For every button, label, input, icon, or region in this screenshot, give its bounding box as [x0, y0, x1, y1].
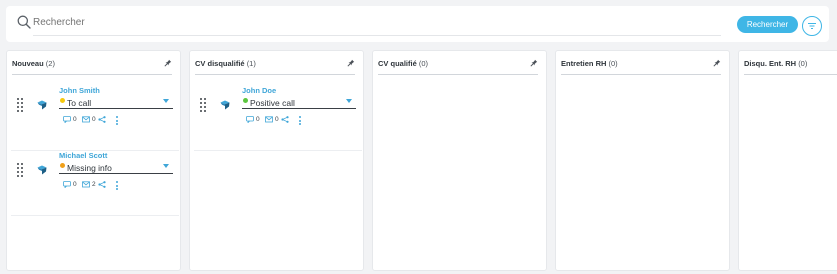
- chevron-down-icon: [163, 164, 169, 168]
- column-title: Entretien RH: [561, 59, 607, 68]
- candidate-name[interactable]: John Smith: [59, 86, 100, 95]
- email-count: 0: [92, 116, 96, 123]
- column-count: (0): [608, 59, 618, 68]
- more-options-icon[interactable]: [116, 181, 119, 190]
- column-count: (0): [418, 59, 429, 68]
- kanban-column-nouveau: Nouveau (2) John Smith To call 0 0 Micha…: [6, 50, 181, 271]
- column-count: (1): [246, 59, 256, 68]
- drag-handle-icon[interactable]: [17, 163, 23, 177]
- filter-icon: [808, 23, 816, 29]
- pin-icon[interactable]: [164, 59, 172, 67]
- comment-count: 0: [73, 116, 77, 123]
- chevron-down-icon: [163, 99, 169, 103]
- candidate-card[interactable]: Michael Scott Missing info 0 2: [11, 151, 179, 216]
- chevron-down-icon: [346, 99, 352, 103]
- email-count: 0: [275, 116, 279, 123]
- comment-icon[interactable]: [63, 181, 71, 188]
- status-dot: [60, 98, 65, 103]
- kanban-column-disqu-ent-rh: Disqu. Ent. RH (0): [738, 50, 837, 271]
- more-options-icon[interactable]: [299, 116, 302, 125]
- status-dropdown[interactable]: To call: [59, 96, 173, 109]
- pin-icon[interactable]: [713, 59, 721, 67]
- pin-icon[interactable]: [347, 59, 355, 67]
- mail-icon[interactable]: [265, 116, 273, 123]
- column-header: CV qualifié (0): [378, 59, 538, 75]
- column-header: Entretien RH (0): [561, 59, 721, 75]
- search-button[interactable]: Rechercher: [737, 16, 798, 33]
- kanban-column-cv-disqualifie: CV disqualifié (1) John Doe Positive cal…: [189, 50, 364, 271]
- avatar: [37, 100, 47, 110]
- more-options-icon[interactable]: [116, 116, 119, 125]
- avatar: [37, 165, 47, 175]
- filter-button[interactable]: [802, 16, 822, 36]
- search-bar: Rechercher: [6, 6, 829, 42]
- column-count: (0): [798, 59, 808, 68]
- column-header: Disqu. Ent. RH (0): [744, 59, 837, 75]
- column-title: Nouveau: [12, 59, 44, 68]
- kanban-column-cv-qualifie: CV qualifié (0): [372, 50, 547, 271]
- candidate-name[interactable]: Michael Scott: [59, 151, 107, 160]
- column-title: Disqu. Ent. RH: [744, 59, 797, 68]
- email-count: 2: [92, 181, 96, 188]
- candidate-card[interactable]: John Smith To call 0 0: [11, 86, 179, 151]
- column-header: CV disqualifié (1): [195, 59, 355, 75]
- comment-count: 0: [256, 116, 260, 123]
- drag-handle-icon[interactable]: [200, 98, 206, 112]
- status-dot: [60, 163, 65, 168]
- status-label: To call: [67, 98, 92, 108]
- status-dropdown[interactable]: Missing info: [59, 161, 173, 174]
- column-header: Nouveau (2): [12, 59, 172, 75]
- pin-icon[interactable]: [530, 59, 538, 67]
- search-input[interactable]: [33, 16, 721, 36]
- status-label: Missing info: [67, 163, 112, 173]
- search-icon: [17, 15, 31, 29]
- status-label: Positive call: [250, 98, 295, 108]
- kanban-column-entretien-rh: Entretien RH (0): [555, 50, 730, 271]
- share-icon[interactable]: [98, 116, 106, 123]
- column-count: (2): [45, 59, 55, 68]
- column-title: CV disqualifié: [195, 59, 245, 68]
- status-dot: [243, 98, 248, 103]
- comment-count: 0: [73, 181, 77, 188]
- comment-icon[interactable]: [63, 116, 71, 123]
- share-icon[interactable]: [98, 181, 106, 188]
- share-icon[interactable]: [281, 116, 289, 123]
- mail-icon[interactable]: [82, 116, 90, 123]
- avatar: [220, 100, 230, 110]
- drag-handle-icon[interactable]: [17, 98, 23, 112]
- mail-icon[interactable]: [82, 181, 90, 188]
- comment-icon[interactable]: [246, 116, 254, 123]
- column-title: CV qualifié: [378, 59, 417, 68]
- status-dropdown[interactable]: Positive call: [242, 96, 356, 109]
- candidate-card[interactable]: John Doe Positive call 0 0: [194, 86, 362, 151]
- candidate-name[interactable]: John Doe: [242, 86, 276, 95]
